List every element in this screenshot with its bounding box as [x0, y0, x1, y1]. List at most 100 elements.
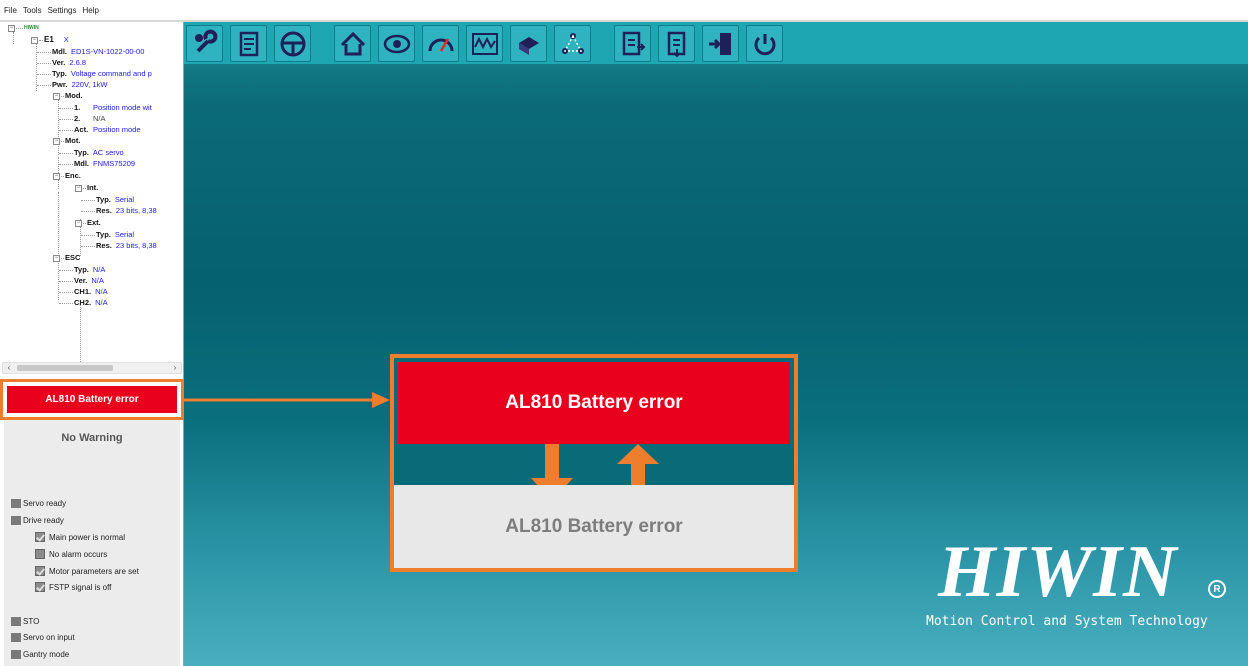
tree-value: Serial: [114, 229, 135, 239]
collapse-icon[interactable]: −: [31, 36, 38, 44]
tree-mot[interactable]: − Mot.: [53, 136, 84, 146]
tree-enc-int[interactable]: − Int.: [75, 183, 102, 193]
parameter-list-icon: [239, 31, 258, 56]
no-alarm-check: No alarm occurs: [35, 549, 107, 559]
scrollbar-thumb[interactable]: [17, 365, 113, 371]
tree-value: 220V, 1kW: [71, 79, 108, 89]
main-power-check: Main power is normal: [35, 532, 125, 542]
collapse-icon[interactable]: −: [53, 254, 60, 262]
tree-key: Typ.: [96, 194, 111, 204]
tree-info-row[interactable]: Typ. Voltage command and p: [37, 69, 152, 79]
led-icon: [11, 633, 21, 642]
led-icon: [11, 516, 21, 525]
alarm-callout: AL810 Battery error AL810 Battery error: [390, 354, 798, 572]
menu-settings[interactable]: Settings: [48, 6, 77, 15]
callout-active-alarm: AL810 Battery error: [398, 362, 790, 444]
tree-key: Act.: [74, 124, 89, 134]
tree-key: Typ.: [52, 68, 67, 78]
tree-root-label: HIWIN: [24, 24, 39, 31]
power-icon: [754, 33, 775, 55]
sto-label: STO: [23, 617, 40, 626]
tree-key: Typ.: [74, 147, 89, 157]
scroll-right-icon[interactable]: ›: [169, 363, 181, 373]
home-icon: [340, 31, 365, 55]
configuration-button[interactable]: [186, 25, 223, 62]
collapse-icon[interactable]: −: [8, 24, 15, 32]
save-to-drive-button[interactable]: [702, 25, 739, 62]
menu-tools[interactable]: Tools: [23, 6, 42, 15]
collapse-icon[interactable]: −: [53, 92, 60, 100]
home-button[interactable]: [334, 25, 371, 62]
tuning-button[interactable]: [422, 25, 459, 62]
tree-key: Ext.: [87, 217, 101, 227]
tree-esc-row[interactable]: Typ. N/A: [59, 265, 105, 275]
tree-esc[interactable]: − ESC: [53, 253, 84, 263]
export-button[interactable]: [614, 25, 651, 62]
tree-device[interactable]: − E1 X: [31, 35, 69, 45]
tree-mod[interactable]: − Mod.: [53, 91, 87, 101]
check-label: Motor parameters are set: [49, 566, 139, 576]
tree-esc-row[interactable]: Ver. N/A: [59, 276, 104, 286]
tree-key: Res.: [96, 205, 112, 215]
tree-esc-row[interactable]: CH1. N/A: [59, 287, 108, 297]
tree-key: Ver.: [52, 57, 66, 67]
tree-enc-row[interactable]: Res. 23 bits, 8,38: [81, 241, 157, 251]
tree-mot-row[interactable]: Typ. AC servo: [59, 148, 124, 158]
alarm-status[interactable]: AL810 Battery error: [7, 386, 177, 413]
monitor-button[interactable]: [378, 25, 415, 62]
drive-ready-label: Drive ready: [23, 516, 64, 525]
tree-value: 23 bits, 8,38: [115, 205, 157, 215]
tree-mot-row[interactable]: Mdl. FNMS75209: [59, 159, 135, 169]
collapse-icon[interactable]: −: [53, 137, 60, 145]
menu-help[interactable]: Help: [82, 6, 98, 15]
registered-icon: R: [1208, 580, 1226, 598]
tree-info-row[interactable]: Mdl. ED1S-VN-1022-00-00: [37, 47, 144, 57]
check-label: Main power is normal: [49, 532, 126, 542]
tree-info-row[interactable]: Pwr. 220V, 1kW: [37, 80, 107, 90]
tree-mod-row[interactable]: 1. Position mode wit: [59, 103, 152, 113]
warning-status: No Warning: [61, 432, 123, 444]
left-panel: − HIWIN − E1 X Mdl. ED1S-VN-1022-00-00 Ver. 2…: [0, 22, 184, 666]
tree-value: Position mode wit: [93, 102, 152, 112]
tree-value: 2.6.8: [69, 57, 87, 67]
scroll-left-icon[interactable]: ‹: [3, 363, 15, 373]
waveform-icon: [471, 32, 498, 55]
tree-enc-row[interactable]: Typ. Serial: [81, 195, 134, 205]
tree-esc-row[interactable]: CH2. N/A: [59, 298, 108, 308]
power-button[interactable]: [746, 25, 783, 62]
tree-key: Typ.: [96, 229, 111, 239]
status-panel: No Warning Servo ready Drive ready Main …: [4, 420, 180, 666]
tree-enc-ext[interactable]: − Ext.: [75, 218, 105, 228]
tree-enc-row[interactable]: Res. 23 bits, 8,38: [81, 206, 157, 216]
collapse-icon[interactable]: −: [53, 172, 60, 180]
network-button[interactable]: [554, 25, 591, 62]
tree-mod-row[interactable]: 2. N/A: [59, 114, 106, 124]
tree-value: AC servo: [92, 147, 124, 157]
scope-button[interactable]: [466, 25, 503, 62]
tree-root[interactable]: − HIWIN: [8, 23, 39, 33]
menu-file[interactable]: File: [4, 6, 17, 15]
steering-wheel-button[interactable]: [274, 25, 311, 62]
servo-ready-label: Servo ready: [23, 499, 67, 508]
collapse-icon[interactable]: −: [75, 184, 82, 192]
speedometer-icon: [428, 37, 453, 52]
motor-button[interactable]: [510, 25, 547, 62]
save-to-drive-icon: [708, 32, 731, 55]
import-button[interactable]: [658, 25, 695, 62]
collapse-icon[interactable]: −: [75, 219, 82, 227]
toolbar: [184, 22, 1248, 64]
horizontal-scrollbar[interactable]: ‹ ›: [2, 362, 182, 374]
device-tree[interactable]: − HIWIN − E1 X Mdl. ED1S-VN-1022-00-00 Ver. 2…: [0, 22, 183, 362]
tree-enc-row[interactable]: Typ. Serial: [81, 230, 134, 240]
tree-mod-row[interactable]: Act. Position mode: [59, 125, 141, 135]
logo-wordmark: HIWIN: [938, 531, 1178, 613]
tree-value: ED1S-VN-1022-00-00: [71, 46, 145, 56]
tree-enc[interactable]: − Enc.: [53, 171, 85, 181]
checked-icon: [35, 582, 45, 592]
device-name: E1: [44, 34, 54, 44]
parameter-list-button[interactable]: [230, 25, 267, 62]
motor-icon: [518, 36, 539, 55]
tree-info-row[interactable]: Ver. 2.6.8: [37, 58, 86, 68]
network-icon: [561, 32, 584, 54]
servo-on-input-indicator: Servo on input: [11, 633, 75, 642]
